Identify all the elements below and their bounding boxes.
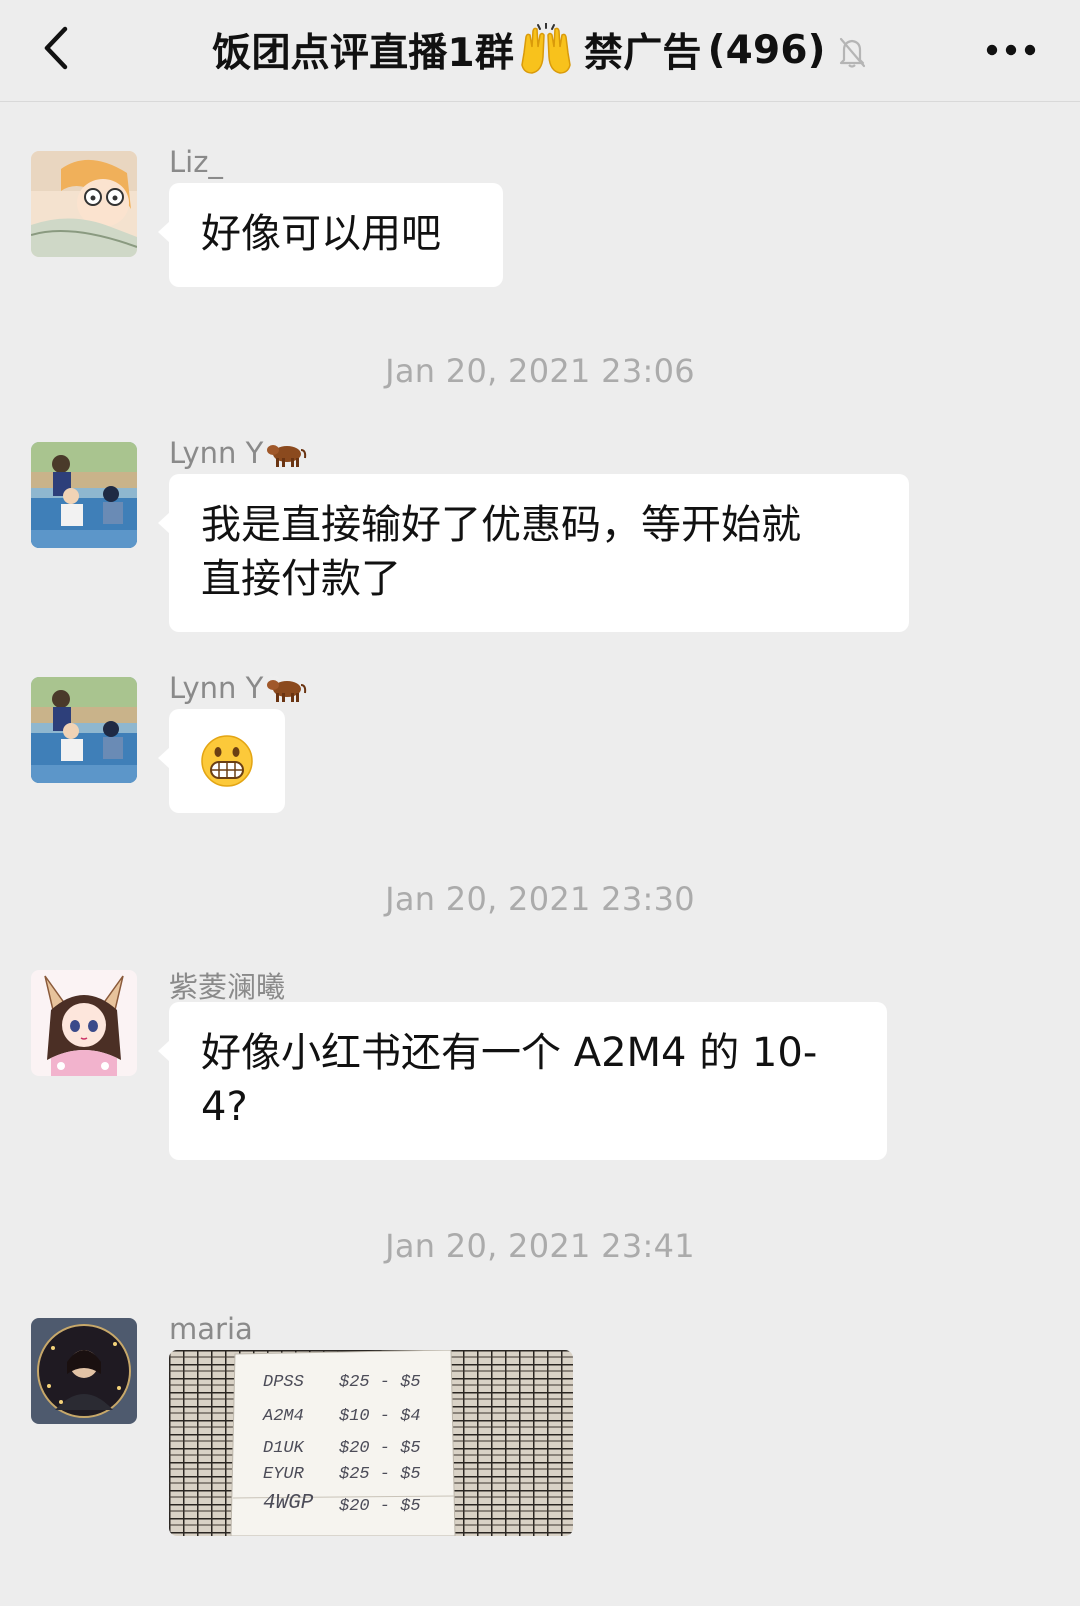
note-line-code: A2M4 bbox=[262, 1407, 304, 1426]
bell-muted-icon bbox=[836, 35, 868, 69]
member-count: (496) bbox=[707, 27, 826, 73]
image-message[interactable]: DPSS $25 - $5 A2M4 $10 - $4 D1UK $20 - $… bbox=[169, 1350, 573, 1536]
message-text-line: 4? bbox=[201, 1084, 248, 1130]
more-button[interactable] bbox=[978, 22, 1044, 78]
cartoon-avatar bbox=[31, 151, 137, 257]
back-button[interactable] bbox=[28, 14, 84, 82]
message-text-line: 我是直接输好了优惠码，等开始就 bbox=[201, 502, 801, 548]
group-name: 饭团点评直播1群 bbox=[212, 31, 515, 76]
note-line-amount: $25 - $5 bbox=[339, 1373, 421, 1392]
note-line-code: EYUR bbox=[263, 1465, 305, 1484]
ox-emoji bbox=[267, 673, 307, 703]
timestamp: Jan 20, 2021 23:06 bbox=[385, 352, 695, 390]
message-bubble[interactable]: 好像小红书还有一个 A2M4 的 10- 4? bbox=[158, 1002, 887, 1160]
avatar[interactable] bbox=[31, 677, 137, 783]
portrait-avatar bbox=[31, 1318, 137, 1424]
anime-fox-girl-avatar bbox=[31, 970, 137, 1076]
grimacing-face-emoji bbox=[201, 735, 253, 787]
message-bubble[interactable]: 好像可以用吧 bbox=[158, 183, 503, 287]
sender-name: Lynn Y bbox=[169, 436, 307, 470]
chat-history[interactable]: Liz_ 好像可以用吧 Jan 20, 2021 23:06 Lynn Y 我是… bbox=[0, 102, 1080, 1606]
avatar[interactable] bbox=[31, 151, 137, 257]
more-dots-icon bbox=[986, 44, 1036, 56]
message-bubble[interactable]: 我是直接输好了优惠码，等开始就 直接付款了 bbox=[158, 474, 909, 632]
note-line-amount: $25 - $5 bbox=[339, 1465, 421, 1484]
sender-name: Lynn Y bbox=[169, 671, 307, 705]
note-line-code: D1UK bbox=[263, 1439, 305, 1458]
note-line-amount: $10 - $4 bbox=[339, 1407, 421, 1426]
chevron-left-icon bbox=[44, 26, 68, 70]
note-line-amount: $20 - $5 bbox=[339, 1439, 421, 1458]
timestamp: Jan 20, 2021 23:30 bbox=[385, 880, 695, 918]
message-text-line: 直接付款了 bbox=[201, 556, 401, 602]
photo-avatar bbox=[31, 677, 137, 783]
note-line-code: DPSS bbox=[263, 1373, 304, 1392]
message-bubble[interactable] bbox=[158, 709, 285, 813]
note-line-amount: $20 - $5 bbox=[339, 1497, 421, 1516]
message-text-line: 好像小红书还有一个 A2M4 的 10- bbox=[201, 1030, 818, 1076]
chat-header: 饭团点评直播1群 禁广告 (496) bbox=[0, 0, 1080, 102]
avatar[interactable] bbox=[31, 970, 137, 1076]
group-suffix: 禁广告 bbox=[584, 31, 702, 76]
handwritten-code-note-photo: DPSS $25 - $5 A2M4 $10 - $4 D1UK $20 - $… bbox=[169, 1350, 573, 1536]
sender-name-text: Lynn Y bbox=[169, 436, 264, 470]
photo-avatar bbox=[31, 442, 137, 548]
raised-hands-emoji bbox=[521, 23, 571, 74]
sender-name: 紫菱澜曦 bbox=[169, 970, 286, 1004]
timestamp: Jan 20, 2021 23:41 bbox=[385, 1227, 695, 1265]
ox-emoji bbox=[267, 438, 307, 468]
avatar[interactable] bbox=[31, 442, 137, 548]
note-line-code: 4WGP bbox=[263, 1492, 314, 1515]
chat-title: 饭团点评直播1群 禁广告 (496) bbox=[0, 0, 1080, 100]
message-text: 好像可以用吧 bbox=[201, 211, 441, 257]
avatar[interactable] bbox=[31, 1318, 137, 1424]
sender-name: maria bbox=[169, 1312, 253, 1346]
sender-name: Liz_ bbox=[169, 145, 223, 179]
sender-name-text: Lynn Y bbox=[169, 671, 264, 705]
